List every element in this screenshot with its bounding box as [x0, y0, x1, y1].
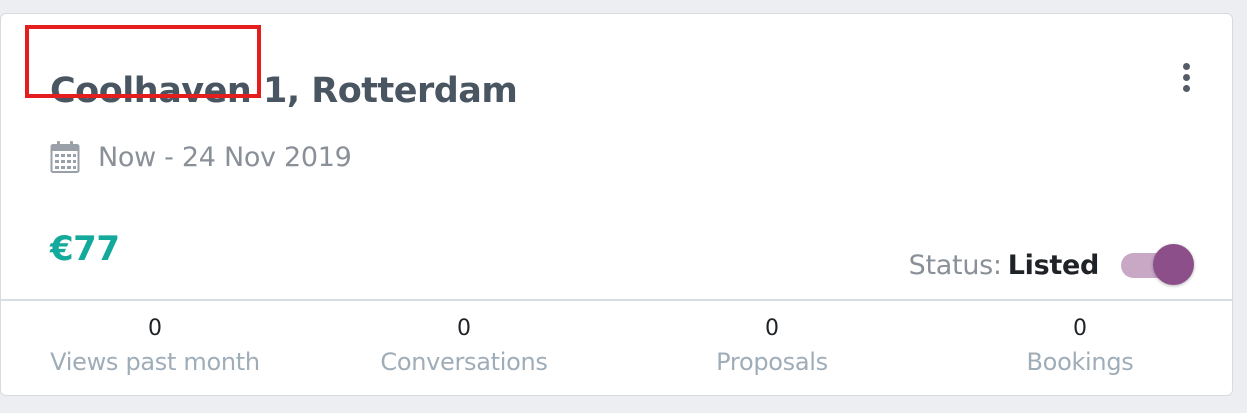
date-row: Now - 24 Nov 2019	[50, 137, 352, 177]
stat-label: Views past month	[50, 348, 260, 376]
divider	[1, 299, 1232, 301]
stat-value: 0	[148, 316, 162, 341]
listing-title[interactable]: Coolhaven 1, Rotterdam	[50, 69, 518, 113]
more-options-button[interactable]	[1171, 59, 1201, 95]
listing-card: Coolhaven 1, Rotterdam Now - 24 Nov 2019…	[0, 13, 1233, 396]
stat-label: Bookings	[1026, 348, 1134, 376]
price: €77	[50, 229, 120, 269]
stat-label: Conversations	[380, 348, 548, 376]
stat-conversations: 0 Conversations	[314, 312, 614, 378]
stat-value: 0	[765, 316, 779, 341]
status-row: Status: Listed	[909, 240, 1195, 290]
date-range: Now - 24 Nov 2019	[98, 141, 352, 173]
stat-value: 0	[1073, 316, 1087, 341]
status-value: Listed	[1007, 249, 1100, 281]
stats-bar: 0 Views past month 0 Conversations 0 Pro…	[1, 312, 1234, 392]
more-vertical-icon	[1182, 62, 1190, 70]
stat-label: Proposals	[716, 348, 828, 376]
stat-value: 0	[457, 316, 471, 341]
toggle-knob	[1153, 244, 1194, 285]
stat-bookings: 0 Bookings	[930, 312, 1230, 378]
stat-proposals: 0 Proposals	[622, 312, 922, 378]
calendar-icon	[50, 141, 80, 173]
stat-views: 0 Views past month	[5, 312, 305, 378]
status-label: Status:	[908, 249, 1002, 281]
status-toggle[interactable]	[1121, 243, 1195, 287]
